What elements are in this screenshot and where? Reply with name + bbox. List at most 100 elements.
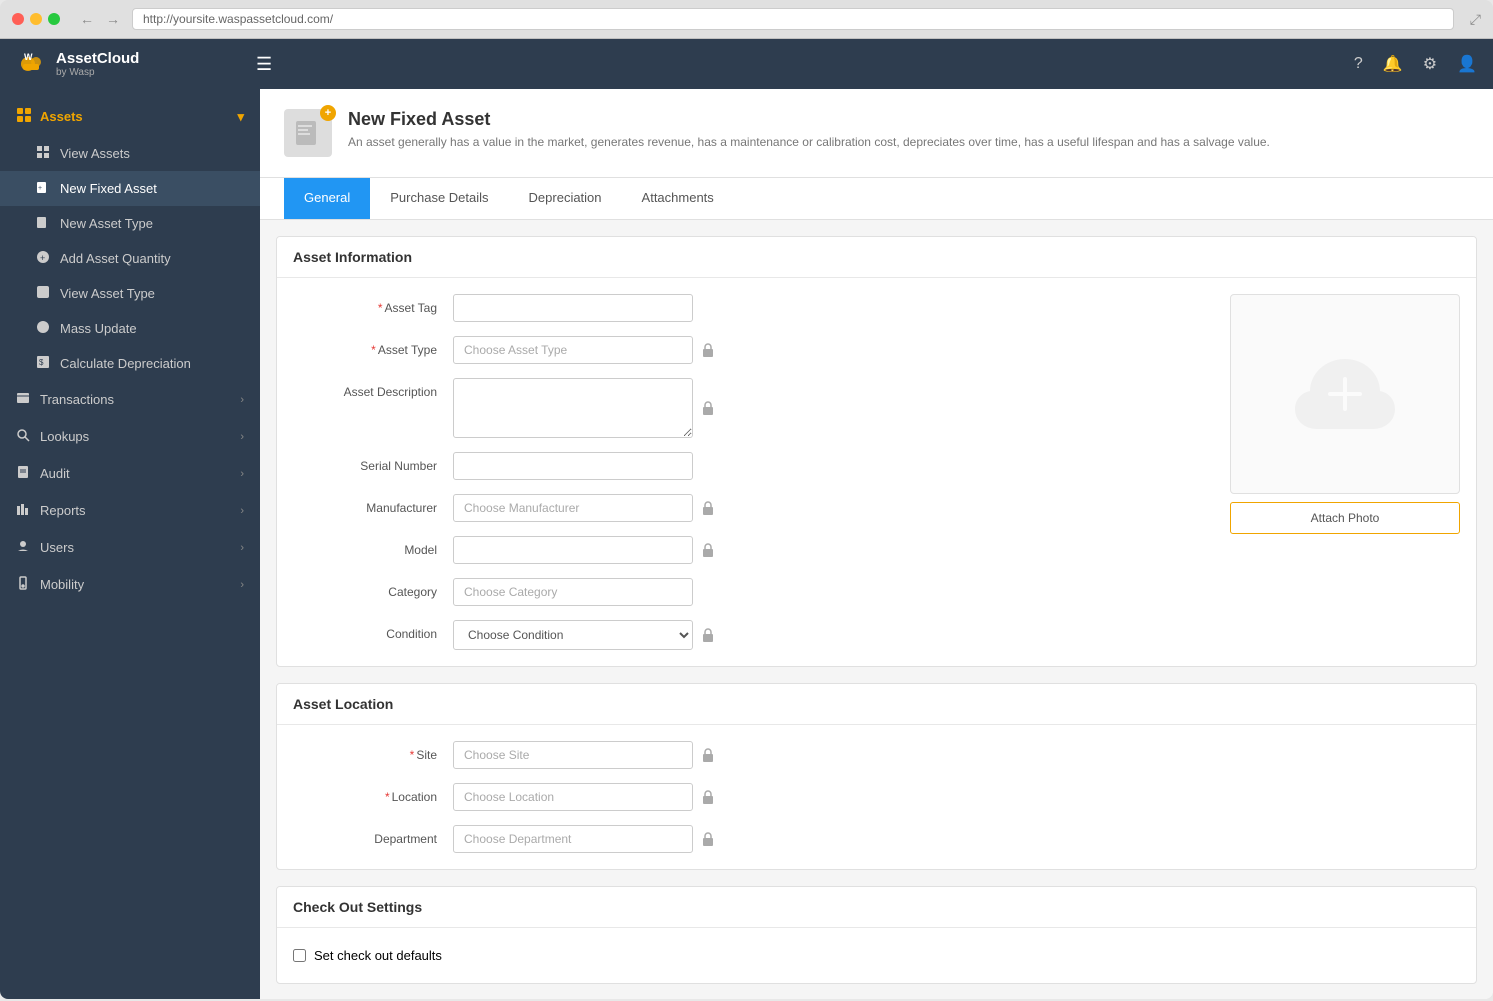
transactions-icon: [16, 391, 30, 408]
category-select[interactable]: Choose Category: [453, 578, 693, 606]
help-icon[interactable]: ?: [1354, 55, 1363, 73]
tab-depreciation[interactable]: Depreciation: [509, 178, 622, 219]
department-select[interactable]: Choose Department: [453, 825, 693, 853]
content-area: + New Fixed Asset An asset generally has…: [260, 89, 1493, 999]
page-title: New Fixed Asset: [348, 109, 1270, 130]
sidebar-item-transactions-label: Transactions: [40, 392, 114, 407]
asset-information-title: Asset Information: [277, 237, 1476, 278]
model-row: Model: [293, 536, 1214, 564]
asset-type-select[interactable]: Choose Asset Type: [453, 336, 693, 364]
condition-lock-icon: [699, 625, 717, 645]
audit-icon: [16, 465, 30, 482]
mobility-chevron-icon: ›: [240, 579, 244, 591]
sidebar-item-mobility[interactable]: Mobility ›: [0, 566, 260, 603]
user-icon[interactable]: 👤: [1457, 54, 1477, 74]
add-asset-quantity-icon: +: [36, 250, 50, 267]
sidebar-item-new-asset-type-label: New Asset Type: [60, 216, 153, 231]
sidebar-item-users[interactable]: Users ›: [0, 529, 260, 566]
tab-attachments[interactable]: Attachments: [622, 178, 734, 219]
hamburger-button[interactable]: ☰: [256, 54, 272, 75]
sidebar-item-audit-label: Audit: [40, 466, 70, 481]
view-assets-icon: [36, 145, 50, 162]
traffic-light-green[interactable]: [48, 13, 60, 25]
sidebar-item-add-asset-quantity[interactable]: + Add Asset Quantity: [0, 241, 260, 276]
sidebar-item-new-fixed-asset[interactable]: + New Fixed Asset: [0, 171, 260, 206]
forward-button[interactable]: →: [102, 9, 124, 29]
top-navbar: W AssetCloud by Wasp ☰ ? 🔔 ⚙ 👤: [0, 39, 1493, 89]
sidebar-item-calculate-depreciation[interactable]: $ Calculate Depreciation: [0, 346, 260, 381]
lookups-icon: [16, 428, 30, 445]
traffic-light-yellow[interactable]: [30, 13, 42, 25]
sidebar-assets-header[interactable]: Assets ▾: [0, 97, 260, 136]
page-icon-badge: +: [320, 105, 336, 121]
tabs-bar: General Purchase Details Depreciation At…: [260, 178, 1493, 220]
site-select[interactable]: Choose Site: [453, 741, 693, 769]
condition-select[interactable]: Choose Condition: [453, 620, 693, 650]
asset-location-title: Asset Location: [277, 684, 1476, 725]
site-placeholder: Choose Site: [464, 748, 529, 762]
sidebar-item-view-asset-type[interactable]: View Asset Type: [0, 276, 260, 311]
asset-tag-row: Asset Tag: [293, 294, 1214, 322]
location-label: Location: [293, 783, 453, 804]
asset-information-section: Asset Information Asset Tag: [276, 236, 1477, 667]
sidebar-item-mass-update[interactable]: Mass Update: [0, 311, 260, 346]
checkout-section-body: Set check out defaults: [277, 928, 1476, 983]
asset-location-section: Asset Location Site Choose Site: [276, 683, 1477, 870]
category-placeholder: Choose Category: [464, 585, 557, 599]
sidebar-item-audit[interactable]: Audit ›: [0, 455, 260, 492]
model-lock-icon: [699, 540, 717, 560]
settings-icon[interactable]: ⚙: [1423, 54, 1437, 74]
sidebar-item-new-asset-type[interactable]: New Asset Type: [0, 206, 260, 241]
department-placeholder: Choose Department: [464, 832, 571, 846]
tab-general[interactable]: General: [284, 178, 370, 219]
checkout-defaults-label: Set check out defaults: [314, 948, 442, 963]
sidebar-item-view-assets[interactable]: View Assets: [0, 136, 260, 171]
sidebar-item-mobility-label: Mobility: [40, 577, 84, 592]
serial-number-row: Serial Number: [293, 452, 1214, 480]
sidebar-item-reports[interactable]: Reports ›: [0, 492, 260, 529]
category-row: Category Choose Category: [293, 578, 1214, 606]
asset-description-label: Asset Description: [293, 378, 453, 399]
users-chevron-icon: ›: [240, 542, 244, 554]
svg-text:W: W: [24, 52, 33, 62]
users-icon: [16, 539, 30, 556]
serial-number-input[interactable]: [453, 452, 693, 480]
sidebar-item-users-label: Users: [40, 540, 74, 555]
site-lock-icon: [699, 745, 717, 765]
sidebar-item-add-asset-quantity-label: Add Asset Quantity: [60, 251, 171, 266]
manufacturer-select[interactable]: Choose Manufacturer: [453, 494, 693, 522]
condition-label: Condition: [293, 620, 453, 641]
asset-description-input[interactable]: [453, 378, 693, 438]
tab-purchase-details[interactable]: Purchase Details: [370, 178, 508, 219]
page-description: An asset generally has a value in the ma…: [348, 134, 1270, 151]
mass-update-icon: [36, 320, 50, 337]
asset-tag-input[interactable]: [453, 294, 693, 322]
address-bar[interactable]: [132, 8, 1454, 30]
model-input[interactable]: [453, 536, 693, 564]
photo-placeholder: [1230, 294, 1460, 494]
asset-type-row: Asset Type Choose Asset Type: [293, 336, 1214, 364]
sidebar-item-view-assets-label: View Assets: [60, 146, 130, 161]
expand-button[interactable]: ⤢: [1470, 11, 1481, 28]
transactions-chevron-icon: ›: [240, 394, 244, 406]
traffic-light-red[interactable]: [12, 13, 24, 25]
sidebar-item-transactions[interactable]: Transactions ›: [0, 381, 260, 418]
sidebar-item-reports-label: Reports: [40, 503, 86, 518]
checkout-settings-title: Check Out Settings: [277, 887, 1476, 928]
checkout-defaults-checkbox[interactable]: [293, 949, 306, 962]
location-row: Location Choose Location: [293, 783, 1460, 811]
sidebar-item-mass-update-label: Mass Update: [60, 321, 137, 336]
logo-name: AssetCloud: [56, 50, 139, 67]
bell-icon[interactable]: 🔔: [1383, 54, 1403, 74]
sidebar-item-lookups[interactable]: Lookups ›: [0, 418, 260, 455]
attach-photo-button[interactable]: Attach Photo: [1230, 502, 1460, 534]
navbar-icons: ? 🔔 ⚙ 👤: [1354, 54, 1477, 74]
sidebar-item-calculate-depreciation-label: Calculate Depreciation: [60, 356, 191, 371]
logo-sub: by Wasp: [56, 67, 139, 78]
location-placeholder: Choose Location: [464, 790, 554, 804]
logo-area: W AssetCloud by Wasp: [16, 48, 256, 80]
location-select[interactable]: Choose Location: [453, 783, 693, 811]
back-button[interactable]: ←: [76, 9, 98, 29]
asset-description-row: Asset Description: [293, 378, 1214, 438]
new-fixed-asset-icon: +: [36, 180, 50, 197]
